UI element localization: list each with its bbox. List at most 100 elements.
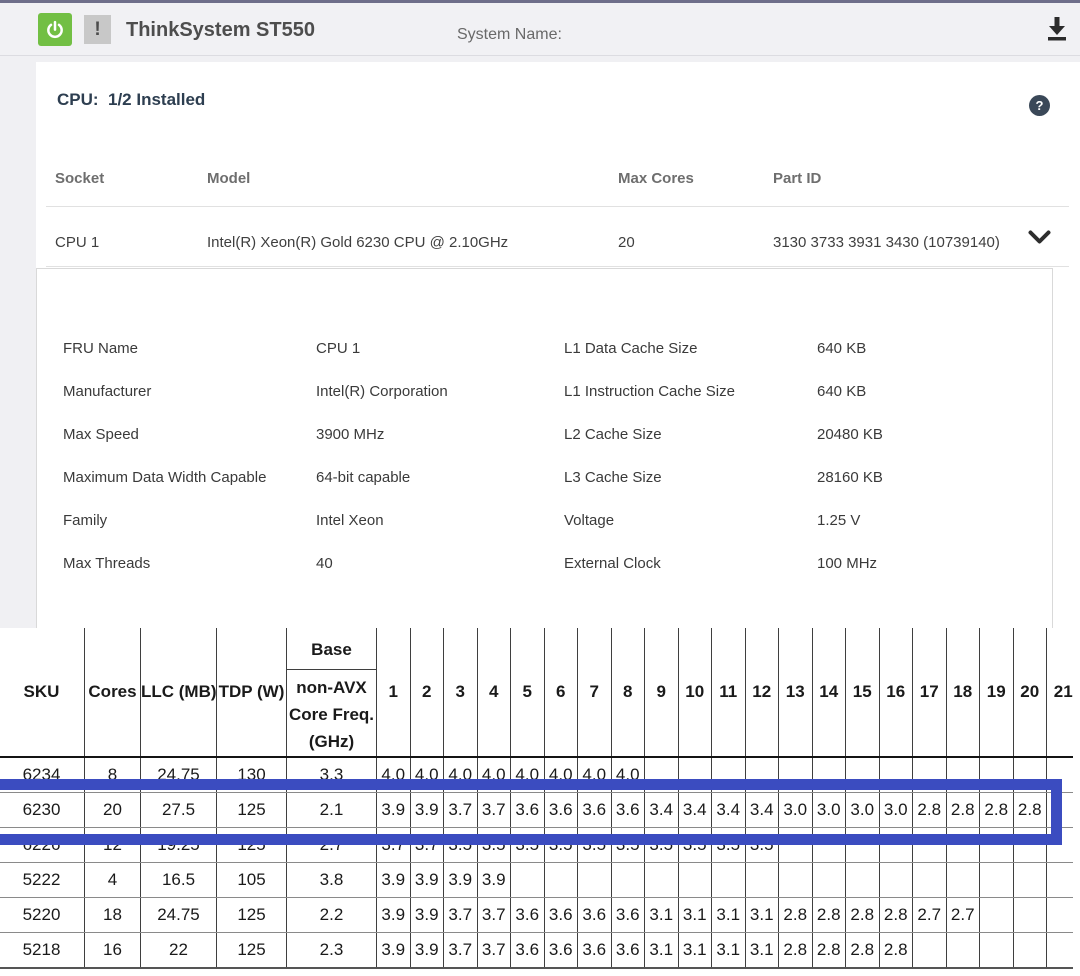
sku-cell (779, 757, 813, 793)
detail-value: 40 (316, 555, 564, 572)
sku-cell (1047, 793, 1074, 828)
sku-cell: 2.7 (946, 898, 980, 933)
active-cores-header: 1 (377, 628, 411, 757)
sku-cell: 2.8 (812, 933, 846, 969)
detail-value: 640 KB (817, 340, 1052, 357)
sku-cell (846, 863, 880, 898)
sku-cell: 3.9 (410, 863, 444, 898)
active-cores-header: 15 (846, 628, 880, 757)
sku-cell: 3.4 (678, 793, 712, 828)
active-cores-header: 7 (578, 628, 612, 757)
detail-label: L2 Cache Size (564, 426, 817, 443)
sku-cell (1047, 757, 1074, 793)
sku-cell: 6226 (0, 828, 85, 863)
sku-cell: 3.5 (645, 828, 679, 863)
sku-cell (913, 828, 947, 863)
active-cores-header: 13 (779, 628, 813, 757)
sku-cell: 3.1 (678, 933, 712, 969)
sku-row-6234: 6234824.751303.34.04.04.04.04.04.04.04.0 (0, 757, 1073, 793)
sku-cell (712, 757, 746, 793)
sku-cell: 3.7 (477, 933, 511, 969)
row-divider (46, 266, 1069, 267)
sku-cell: 3.1 (645, 898, 679, 933)
column-header-part-id: Part ID (773, 170, 821, 187)
sku-cell: 5222 (0, 863, 85, 898)
power-button[interactable] (38, 13, 72, 46)
sku-cell (779, 863, 813, 898)
active-cores-header: 21 (1047, 628, 1074, 757)
sku-cell: 2.8 (779, 898, 813, 933)
sku-cell: 3.9 (377, 933, 411, 969)
sku-cell: 3.6 (511, 933, 545, 969)
active-cores-header: 8 (611, 628, 645, 757)
sku-cell: 3.6 (611, 793, 645, 828)
sku-cell: 3.1 (712, 898, 746, 933)
sku-cell: 4.0 (544, 757, 578, 793)
sku-cell: 3.5 (611, 828, 645, 863)
sku-cell: 4 (85, 863, 141, 898)
sku-cell: 2.8 (879, 898, 913, 933)
detail-row: FamilyIntel XeonVoltage1.25 V (63, 499, 1052, 542)
sku-cell: 3.9 (444, 863, 478, 898)
sku-cell: 2.8 (913, 793, 947, 828)
sku-row-5218: 521816221252.33.93.93.73.73.63.63.63.63.… (0, 933, 1073, 969)
detail-label: Family (63, 512, 316, 529)
detail-value: Intel(R) Corporation (316, 383, 564, 400)
sku-cell (946, 933, 980, 969)
sku-cell: 3.9 (410, 898, 444, 933)
sku-row-6230: 62302027.51252.13.93.93.73.73.63.63.63.6… (0, 793, 1073, 828)
active-cores-header: 18 (946, 628, 980, 757)
sku-cell: 3.9 (410, 933, 444, 969)
sku-cell (946, 757, 980, 793)
help-button[interactable]: ? (1029, 95, 1050, 116)
sku-cell (578, 863, 612, 898)
sku-cell: 4.0 (511, 757, 545, 793)
detail-row: ManufacturerIntel(R) CorporationL1 Instr… (63, 370, 1052, 413)
alert-button[interactable]: ! (84, 15, 111, 44)
sku-cell (1047, 898, 1074, 933)
sku-cell: 3.6 (544, 793, 578, 828)
detail-row: Maximum Data Width Capable64-bit capable… (63, 456, 1052, 499)
sku-row-5220: 52201824.751252.23.93.93.73.73.63.63.63.… (0, 898, 1073, 933)
sku-cell: 16.5 (141, 863, 217, 898)
sku-cell: 3.3 (287, 757, 377, 793)
sku-cell: 4.0 (377, 757, 411, 793)
app-title: ThinkSystem ST550 (126, 19, 315, 42)
sku-cell: 3.5 (511, 828, 545, 863)
sku-cell: 3.6 (544, 933, 578, 969)
column-header-model: Model (207, 170, 250, 187)
sku-cell: 130 (217, 757, 287, 793)
sku-cell: 4.0 (477, 757, 511, 793)
active-cores-header: 12 (745, 628, 779, 757)
detail-label: FRU Name (63, 340, 316, 357)
sku-cell: 8 (85, 757, 141, 793)
sku-cell: 12 (85, 828, 141, 863)
sku-cell (913, 863, 947, 898)
collapse-row-button[interactable] (1028, 230, 1051, 246)
sku-cell: 3.6 (511, 793, 545, 828)
active-cores-header: 9 (645, 628, 679, 757)
active-cores-header: 4 (477, 628, 511, 757)
sku-cell: 2.8 (1013, 793, 1047, 828)
sku-cell (980, 863, 1014, 898)
sku-cell: 5218 (0, 933, 85, 969)
column-header-max-cores: Max Cores (618, 170, 694, 187)
sku-cell (645, 757, 679, 793)
active-cores-header: 10 (678, 628, 712, 757)
sku-row-6226: 62261219.251252.73.73.73.53.53.53.53.53.… (0, 828, 1073, 863)
sku-cell: 2.8 (779, 933, 813, 969)
base-header-rest: non-AVXCore Freq.(GHz) (287, 670, 376, 755)
sku-table: SKUCoresLLC (MB)TDP (W)Basenon-AVXCore F… (0, 628, 1073, 969)
download-icon (1044, 15, 1070, 43)
sku-cell: 3.5 (745, 828, 779, 863)
sku-cell: 2.8 (846, 933, 880, 969)
sku-cell: 2.1 (287, 793, 377, 828)
sku-cell: 3.1 (645, 933, 679, 969)
sku-cell (678, 757, 712, 793)
sku-frequency-table: SKUCoresLLC (MB)TDP (W)Basenon-AVXCore F… (0, 628, 1073, 976)
cpu-row-socket: CPU 1 (55, 234, 99, 251)
sku-cell (678, 863, 712, 898)
download-button[interactable] (1044, 15, 1070, 43)
sku-cell: 105 (217, 863, 287, 898)
sku-col-header: LLC (MB) (141, 628, 217, 757)
